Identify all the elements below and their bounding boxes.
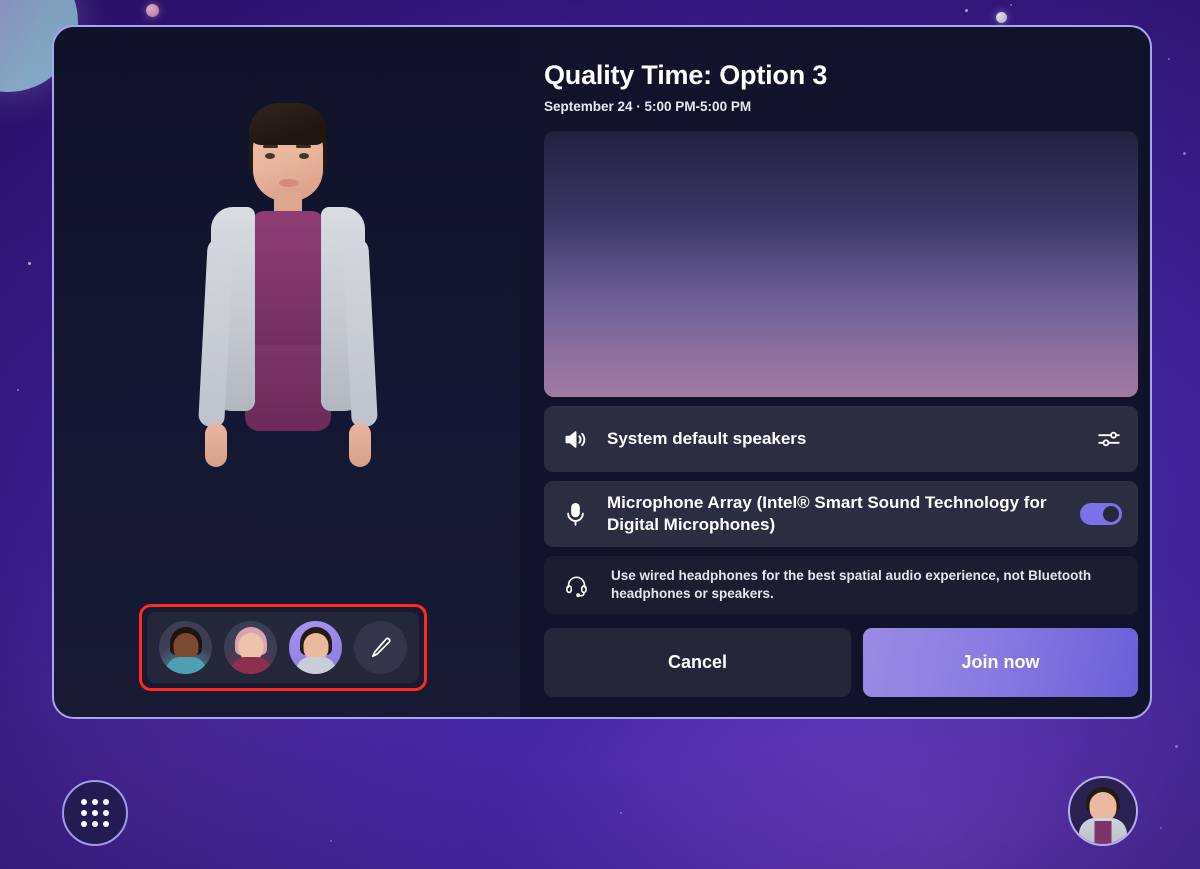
- speaker-device-label: System default speakers: [607, 429, 807, 449]
- speaker-device-row[interactable]: System default speakers: [544, 406, 1138, 472]
- headphone-tip-row: Use wired headphones for the best spatia…: [544, 556, 1138, 614]
- meeting-video-preview: [544, 131, 1138, 397]
- meeting-detail-pane: Quality Time: Option 3 September 24 · 5:…: [520, 27, 1150, 717]
- toggle-knob: [1103, 506, 1119, 522]
- app-background: Quality Time: Option 3 September 24 · 5:…: [0, 0, 1200, 869]
- microphone-toggle[interactable]: [1080, 503, 1122, 525]
- pencil-icon: [371, 637, 391, 657]
- edit-avatar-button[interactable]: [354, 621, 407, 674]
- microphone-icon: [567, 502, 584, 526]
- avatar-picker: [147, 612, 419, 683]
- app-launcher-button[interactable]: [62, 780, 128, 846]
- avatar-option-1[interactable]: [159, 621, 212, 674]
- speaker-icon: [565, 430, 586, 448]
- grid-apps-icon: [81, 799, 109, 827]
- headphone-tip-text: Use wired headphones for the best spatia…: [611, 568, 1092, 601]
- headset-icon: [566, 576, 587, 597]
- avatar-option-2[interactable]: [224, 621, 277, 674]
- avatar-full-body: [137, 87, 437, 647]
- cancel-button[interactable]: Cancel: [544, 628, 851, 697]
- audio-settings-icon[interactable]: [1096, 426, 1122, 452]
- microphone-device-row[interactable]: Microphone Array (Intel® Smart Sound Tec…: [544, 481, 1138, 547]
- dialog-actions: Cancel Join now: [544, 628, 1138, 697]
- microphone-device-label: Microphone Array (Intel® Smart Sound Tec…: [607, 493, 1047, 534]
- avatar-preview-pane: [54, 27, 520, 717]
- page-title: Quality Time: Option 3: [544, 60, 828, 90]
- profile-avatar-button[interactable]: [1068, 776, 1138, 846]
- meeting-datetime: September 24 · 5:00 PM-5:00 PM: [544, 99, 752, 114]
- avatar-option-3-selected[interactable]: [289, 621, 342, 674]
- join-now-button[interactable]: Join now: [863, 628, 1138, 697]
- join-meeting-dialog: Quality Time: Option 3 September 24 · 5:…: [52, 25, 1152, 719]
- avatar-picker-highlight: [139, 604, 427, 691]
